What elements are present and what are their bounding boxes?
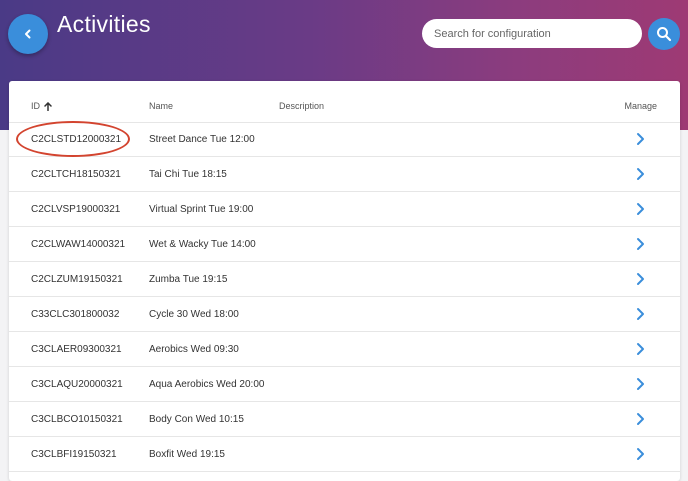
column-header-description[interactable]: Description (279, 101, 324, 111)
column-id-label: ID (31, 101, 40, 111)
search-button[interactable] (648, 18, 680, 50)
activity-name: Virtual Sprint Tue 19:00 (149, 204, 254, 215)
activity-id: C2CLVSP19000321 (31, 204, 121, 215)
table-header: ID Name Description Manage (9, 81, 680, 123)
activities-table: ID Name Description Manage C2CLSTD120003… (9, 81, 680, 481)
activity-name: Body Con Wed 10:15 (149, 414, 244, 425)
activity-name: Aerobics Wed 09:30 (149, 344, 239, 355)
activity-name: Tai Chi Tue 18:15 (149, 169, 227, 180)
activity-id: C3CLAER09300321 (31, 344, 122, 355)
chevron-right-icon[interactable] (634, 342, 646, 356)
chevron-right-icon[interactable] (634, 412, 646, 426)
chevron-right-icon[interactable] (634, 447, 646, 461)
chevron-right-icon[interactable] (634, 167, 646, 181)
activity-name: Boxfit Wed 19:15 (149, 449, 225, 460)
arrow-up-icon (44, 101, 52, 111)
activity-id: C3CLAQU20000321 (31, 379, 123, 390)
activity-name: Street Dance Tue 12:00 (149, 134, 255, 145)
column-header-manage: Manage (624, 101, 657, 111)
activity-id: C3CLBFI19150321 (31, 449, 117, 460)
activity-id: C2CLSTD12000321 (31, 134, 122, 145)
table-row[interactable]: C2CLWAW14000321 Wet & Wacky Tue 14:00 (9, 227, 680, 262)
table-row[interactable]: C2CLSTD12000321 Street Dance Tue 12:00 (9, 122, 680, 157)
back-button[interactable] (8, 14, 48, 54)
chevron-right-icon[interactable] (634, 237, 646, 251)
page-title: Activities (57, 11, 151, 37)
table-row[interactable]: C33CLC301800032 Cycle 30 Wed 18:00 (9, 297, 680, 332)
chevron-right-icon[interactable] (634, 202, 646, 216)
chevron-right-icon[interactable] (634, 132, 646, 146)
search-input[interactable] (422, 19, 642, 48)
activity-id: C33CLC301800032 (31, 309, 120, 320)
table-row[interactable]: C3CLBCO10150321 Body Con Wed 10:15 (9, 402, 680, 437)
chevron-right-icon[interactable] (634, 272, 646, 286)
activity-id: C2CLZUM19150321 (31, 274, 123, 285)
activity-name: Cycle 30 Wed 18:00 (149, 309, 239, 320)
activity-id: C2CLTCH18150321 (31, 169, 121, 180)
search-icon (657, 27, 672, 42)
table-row[interactable]: C3CLBFI19150321 Boxfit Wed 19:15 (9, 437, 680, 472)
table-row[interactable]: C2CLTCH18150321 Tai Chi Tue 18:15 (9, 157, 680, 192)
activity-name: Wet & Wacky Tue 14:00 (149, 239, 256, 250)
table-row[interactable]: C3CLAER09300321 Aerobics Wed 09:30 (9, 332, 680, 367)
chevron-left-icon (25, 29, 31, 39)
chevron-right-icon[interactable] (634, 307, 646, 321)
activity-name: Aqua Aerobics Wed 20:00 (149, 379, 265, 390)
activity-id: C3CLBCO10150321 (31, 414, 123, 425)
table-row[interactable]: C2CLVSP19000321 Virtual Sprint Tue 19:00 (9, 192, 680, 227)
table-row[interactable]: C3CLAQU20000321 Aqua Aerobics Wed 20:00 (9, 367, 680, 402)
table-row[interactable]: C2CLZUM19150321 Zumba Tue 19:15 (9, 262, 680, 297)
column-header-name[interactable]: Name (149, 101, 173, 111)
activity-name: Zumba Tue 19:15 (149, 274, 228, 285)
column-header-id[interactable]: ID (31, 101, 52, 111)
chevron-right-icon[interactable] (634, 377, 646, 391)
activity-id: C2CLWAW14000321 (31, 239, 126, 250)
